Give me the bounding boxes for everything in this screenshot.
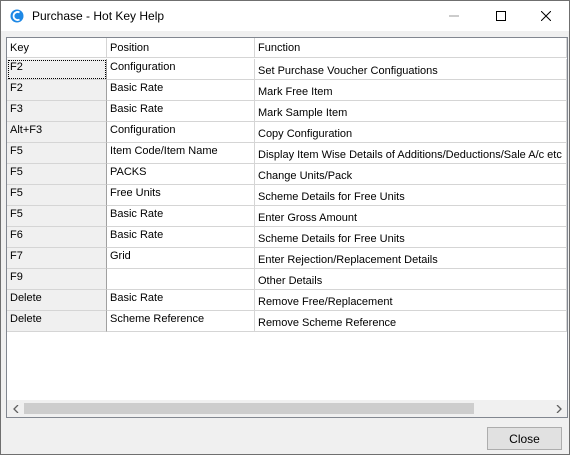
position-cell[interactable]: Configuration — [107, 122, 255, 143]
app-logo-icon — [10, 9, 24, 23]
key-cell[interactable]: F2 — [7, 59, 107, 80]
hotkey-grid[interactable]: Key Position Function F2 Configuration Set… — [6, 37, 568, 418]
table-row[interactable]: F3 Basic Rate Mark Sample Item — [7, 101, 567, 122]
hotkey-help-window: Purchase - Hot Key Help Key Position Fun… — [0, 0, 570, 455]
function-cell[interactable]: Display Item Wise Details of Additions/D… — [255, 143, 567, 164]
table-row[interactable]: F2 Configuration Set Purchase Voucher Conf… — [7, 59, 567, 80]
function-cell[interactable]: Mark Sample Item — [255, 101, 567, 122]
key-cell[interactable]: F5 — [7, 164, 107, 185]
function-cell[interactable]: Change Units/Pack — [255, 164, 567, 185]
function-cell[interactable]: Enter Rejection/Replacement Details — [255, 248, 567, 269]
scroll-right-button[interactable] — [550, 400, 567, 417]
horizontal-scrollbar[interactable] — [7, 399, 567, 417]
function-cell[interactable]: Remove Free/Replacement — [255, 290, 567, 311]
scroll-left-button[interactable] — [7, 400, 24, 417]
key-cell[interactable]: F3 — [7, 101, 107, 122]
key-cell[interactable]: F9 — [7, 269, 107, 290]
position-cell[interactable]: Scheme Reference — [107, 311, 255, 332]
maximize-button[interactable] — [478, 1, 524, 31]
table-row[interactable]: F5 Basic Rate Enter Gross Amount — [7, 206, 567, 227]
window-title: Purchase - Hot Key Help — [32, 9, 165, 23]
scrollbar-thumb[interactable] — [24, 403, 474, 414]
key-cell[interactable]: F7 — [7, 248, 107, 269]
title-bar[interactable]: Purchase - Hot Key Help — [1, 1, 569, 31]
table-row[interactable]: F9 Other Details — [7, 269, 567, 290]
key-cell[interactable]: Delete — [7, 311, 107, 332]
chevron-right-icon — [556, 404, 562, 413]
position-cell[interactable]: Grid — [107, 248, 255, 269]
function-cell[interactable]: Scheme Details for Free Units — [255, 227, 567, 248]
key-cell[interactable]: Alt+F3 — [7, 122, 107, 143]
column-header-key[interactable]: Key — [7, 38, 107, 58]
position-cell[interactable]: Basic Rate — [107, 290, 255, 311]
table-row[interactable]: Delete Basic Rate Remove Free/Replacement — [7, 290, 567, 311]
table-row[interactable]: F5 PACKS Change Units/Pack — [7, 164, 567, 185]
function-cell[interactable]: Other Details — [255, 269, 567, 290]
table-row[interactable]: F2 Basic Rate Mark Free Item — [7, 80, 567, 101]
maximize-icon — [496, 11, 506, 21]
table-row[interactable]: F6 Basic Rate Scheme Details for Free Unit… — [7, 227, 567, 248]
table-row[interactable]: Alt+F3 Configuration Copy Configuration — [7, 122, 567, 143]
function-cell[interactable]: Remove Scheme Reference — [255, 311, 567, 332]
close-window-button[interactable] — [523, 1, 569, 31]
close-icon — [541, 11, 551, 21]
function-cell[interactable]: Mark Free Item — [255, 80, 567, 101]
key-cell[interactable]: F5 — [7, 206, 107, 227]
key-cell[interactable]: F2 — [7, 80, 107, 101]
key-cell[interactable]: F5 — [7, 143, 107, 164]
position-cell[interactable]: Free Units — [107, 185, 255, 206]
grid-header: Key Position Function — [7, 38, 567, 59]
function-cell[interactable]: Set Purchase Voucher Configuations — [255, 59, 567, 80]
function-cell[interactable]: Copy Configuration — [255, 122, 567, 143]
position-cell[interactable]: Basic Rate — [107, 206, 255, 227]
position-cell[interactable]: Item Code/Item Name — [107, 143, 255, 164]
key-cell[interactable]: Delete — [7, 290, 107, 311]
function-cell[interactable]: Scheme Details for Free Units — [255, 185, 567, 206]
position-cell[interactable]: Basic Rate — [107, 101, 255, 122]
position-cell[interactable]: Basic Rate — [107, 80, 255, 101]
position-cell[interactable]: PACKS — [107, 164, 255, 185]
function-cell[interactable]: Enter Gross Amount — [255, 206, 567, 227]
column-header-function[interactable]: Function — [255, 38, 567, 58]
close-button[interactable]: Close — [487, 427, 562, 450]
column-header-position[interactable]: Position — [107, 38, 255, 58]
position-cell[interactable] — [107, 269, 255, 290]
table-row[interactable]: Delete Scheme Reference Remove Scheme Refe… — [7, 311, 567, 332]
key-cell[interactable]: F5 — [7, 185, 107, 206]
minimize-icon — [449, 15, 459, 17]
position-cell[interactable]: Configuration — [107, 59, 255, 80]
chevron-left-icon — [12, 404, 18, 413]
table-row[interactable]: F5 Free Units Scheme Details for Free Unit… — [7, 185, 567, 206]
minimize-button[interactable] — [431, 1, 477, 31]
position-cell[interactable]: Basic Rate — [107, 227, 255, 248]
key-cell[interactable]: F6 — [7, 227, 107, 248]
table-row[interactable]: F5 Item Code/Item Name Display Item Wise D… — [7, 143, 567, 164]
table-row[interactable]: F7 Grid Enter Rejection/Replacement Detail… — [7, 248, 567, 269]
